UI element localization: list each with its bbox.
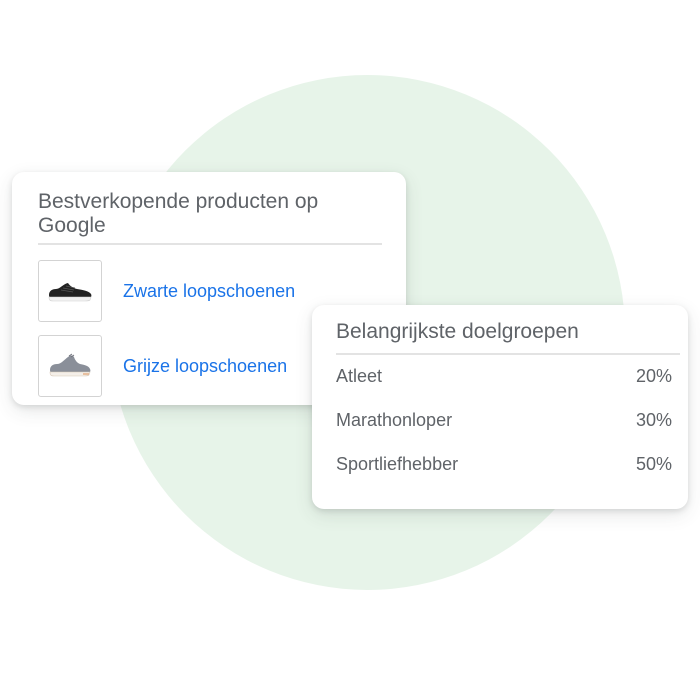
grey-running-shoe-icon [49, 353, 91, 377]
product-link-grey-shoes[interactable]: Grijze loopschoenen [123, 356, 287, 377]
stage: Bestverkopende producten op Google Zwart… [0, 0, 700, 700]
product-thumbnail[interactable] [38, 335, 102, 397]
top-audiences-card: Belangrijkste doelgroepen Atleet 20% Mar… [312, 305, 688, 509]
audience-percentage: 50% [635, 454, 672, 474]
products-card-divider [38, 243, 382, 245]
audience-row-athlete: Atleet 20% [336, 366, 672, 387]
audience-label: Atleet [336, 366, 383, 386]
audience-percentage: 20% [635, 366, 672, 386]
audience-card-divider [336, 353, 680, 355]
audience-row-marathon-runner: Marathonloper 30% [336, 410, 672, 431]
audience-label: Sportliefhebber [336, 454, 459, 474]
products-card-title: Bestverkopende producten op Google [38, 190, 319, 237]
audience-row-sports-enthusiast: Sportliefhebber 50% [336, 454, 672, 475]
product-thumbnail[interactable] [38, 260, 102, 322]
audience-label: Marathonloper [336, 410, 453, 430]
product-link-black-shoes[interactable]: Zwarte loopschoenen [123, 281, 295, 302]
audience-card-title: Belangrijkste doelgroepen [336, 320, 579, 343]
black-running-shoe-icon [48, 283, 92, 302]
audience-percentage: 30% [635, 410, 672, 430]
